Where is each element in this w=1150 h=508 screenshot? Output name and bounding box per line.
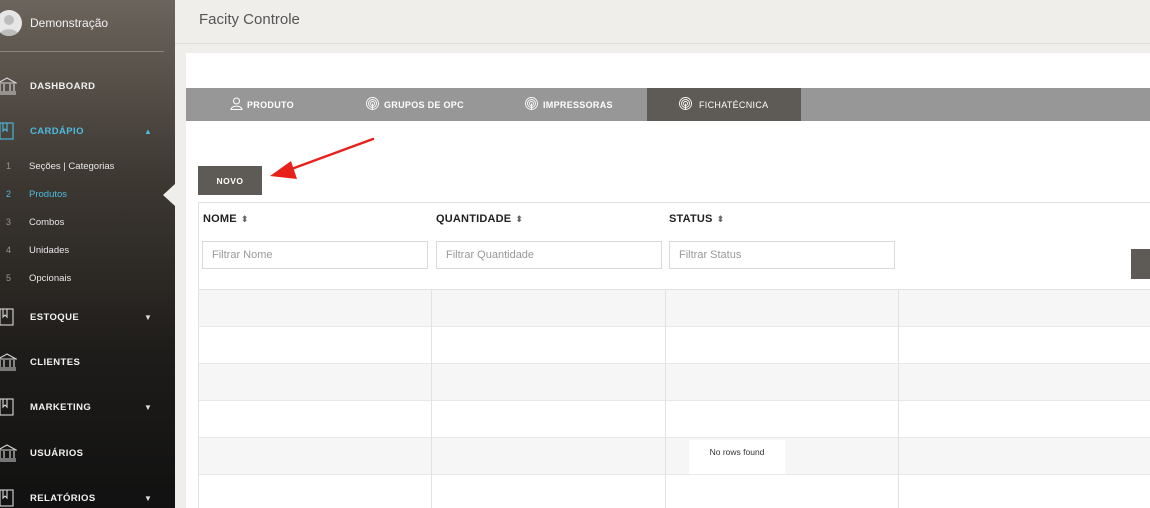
chevron-up-icon: ▲ [144, 127, 152, 136]
sidebar-item-label: CLIENTES [30, 357, 81, 368]
sort-icon: ⬍ [515, 214, 524, 224]
subitem-number: 4 [6, 245, 12, 255]
user-icon [230, 97, 243, 110]
subitem-label: Opcionais [29, 273, 72, 284]
avatar [0, 10, 22, 36]
active-indicator [163, 184, 175, 206]
novo-button[interactable]: NOVO [198, 166, 262, 195]
annotation-arrow [270, 137, 375, 179]
tab-label: IMPRESSORAS [543, 100, 613, 110]
table-row [199, 364, 1150, 401]
book-icon [0, 398, 17, 416]
column-divider [665, 290, 666, 508]
filter-status-input[interactable] [669, 241, 895, 269]
book-icon [0, 489, 17, 507]
sidebar-item-dashboard[interactable]: DASHBOARD [0, 77, 175, 97]
subitem-label: Combos [29, 217, 65, 228]
column-divider [898, 290, 899, 508]
column-header-status[interactable]: STATUS ⬍ [669, 213, 724, 225]
sidebar-item-label: MARKETING [30, 402, 92, 413]
no-rows-message: No rows found [689, 440, 785, 474]
tab-label: PRODUTO [247, 100, 294, 110]
truncated-button[interactable] [1131, 249, 1150, 279]
table-row [199, 401, 1150, 438]
table-row [199, 475, 1150, 508]
content-card: PRODUTO GRUPOS DE OPC IMPRESSORAS FICHAT… [186, 53, 1150, 508]
sidebar-item-label: CARDÁPIO [30, 126, 84, 137]
book-icon [0, 308, 17, 326]
subitem-label: Seções | Categorias [29, 161, 115, 172]
header: Facity Controle [175, 0, 1150, 44]
sidebar-subitem-opcionais[interactable]: 5 Opcionais [0, 272, 175, 286]
book-icon [0, 122, 17, 140]
column-divider [431, 290, 432, 508]
table-row [199, 290, 1150, 327]
divider [0, 51, 164, 52]
column-header-quantidade[interactable]: QUANTIDADE ⬍ [436, 213, 523, 225]
filter-nome-input[interactable] [202, 241, 428, 269]
sidebar-item-clientes[interactable]: CLIENTES [0, 353, 175, 373]
table-body: No rows found [199, 289, 1150, 508]
subitem-number: 1 [6, 161, 12, 171]
column-header-nome[interactable]: NOME ⬍ [203, 213, 249, 225]
chevron-down-icon: ▼ [144, 313, 152, 322]
bank-icon [0, 444, 19, 462]
fingerprint-icon [525, 97, 538, 110]
sidebar-subitem-unidades[interactable]: 4 Unidades [0, 244, 175, 258]
chevron-down-icon: ▼ [144, 494, 152, 503]
sort-icon: ⬍ [716, 214, 725, 224]
sidebar-item-label: RELATÓRIOS [30, 493, 96, 504]
tab-grupos-de-opc[interactable]: GRUPOS DE OPC [337, 88, 492, 121]
fingerprint-icon [679, 97, 692, 110]
user-name: Demonstração [30, 16, 109, 30]
sidebar-item-relatorios[interactable]: RELATÓRIOS ▼ [0, 489, 175, 508]
table-row [199, 438, 1150, 475]
subitem-number: 3 [6, 217, 12, 227]
subitem-label: Unidades [29, 245, 70, 256]
sidebar-subitem-secoes[interactable]: 1 Seções | Categorias [0, 160, 175, 174]
sidebar-item-cardapio[interactable]: CARDÁPIO ▲ [0, 122, 175, 142]
sidebar-item-label: USUÁRIOS [30, 448, 84, 459]
subitem-number: 2 [6, 189, 12, 199]
column-header-label: NOME [203, 213, 237, 225]
sidebar-subitem-produtos[interactable]: 2 Produtos [0, 188, 175, 202]
sidebar-item-estoque[interactable]: ESTOQUE ▼ [0, 308, 175, 328]
table-row [199, 327, 1150, 364]
sidebar-item-label: DASHBOARD [30, 81, 96, 92]
filter-quantidade-input[interactable] [436, 241, 662, 269]
subitem-number: 5 [6, 273, 12, 283]
sort-icon: ⬍ [240, 214, 249, 224]
data-table: NOME⬍ QUANTIDADE⬍ STATUS⬍ No rows found [198, 202, 1150, 508]
user-profile[interactable]: Demonstração [0, 0, 175, 52]
chevron-down-icon: ▼ [144, 403, 152, 412]
tab-label: FICHATÉCNICA [699, 100, 769, 110]
column-header-label: QUANTIDADE [436, 213, 512, 225]
sidebar-subitem-combos[interactable]: 3 Combos [0, 216, 175, 230]
sidebar-item-label: ESTOQUE [30, 312, 80, 323]
tab-produto[interactable]: PRODUTO [186, 88, 337, 121]
tab-bar: PRODUTO GRUPOS DE OPC IMPRESSORAS FICHAT… [186, 88, 1150, 121]
page-title: Facity Controle [199, 11, 300, 28]
fingerprint-icon [366, 97, 379, 110]
tab-fichatecnica[interactable]: FICHATÉCNICA [647, 88, 801, 121]
subitem-label: Produtos [29, 189, 68, 200]
sidebar-item-usuarios[interactable]: USUÁRIOS [0, 444, 175, 464]
sidebar: Demonstração DASHBOARD CARDÁPIO ▲ 1 Seçõ… [0, 0, 175, 508]
tab-impressoras[interactable]: IMPRESSORAS [492, 88, 647, 121]
bank-icon [0, 353, 19, 371]
sidebar-item-marketing[interactable]: MARKETING ▼ [0, 398, 175, 418]
bank-icon [0, 77, 19, 95]
tab-label: GRUPOS DE OPC [384, 100, 464, 110]
column-header-label: STATUS [669, 213, 713, 225]
